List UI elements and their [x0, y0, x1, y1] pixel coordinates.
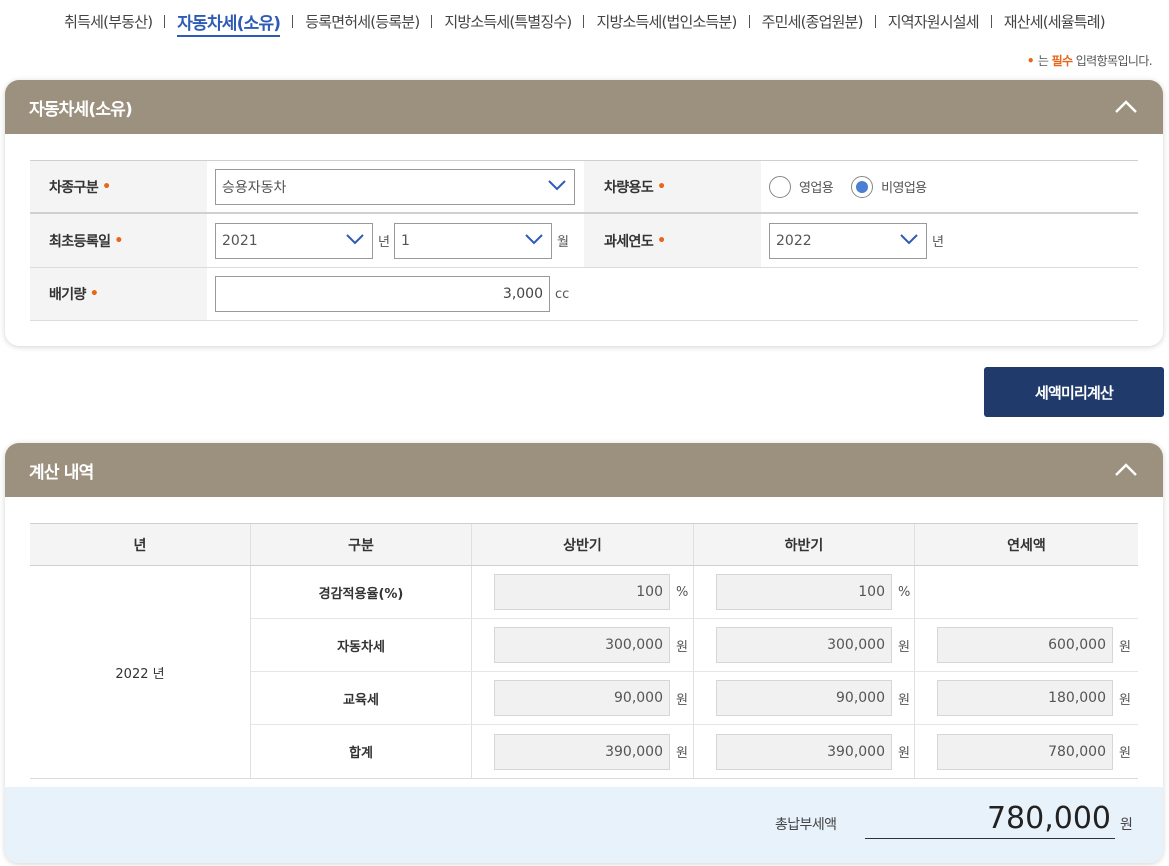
panel-title: 자동차세(소유) — [29, 99, 133, 120]
value-field: 390,000 — [494, 733, 670, 770]
header-year: 년 — [30, 524, 251, 565]
chevron-down-icon — [548, 179, 566, 195]
second-half-cell: 90,000 원 — [694, 672, 915, 724]
vehicle-form-table: 차종구분 • 승용자동차 차량용도 • 영업용 비영업용 최초등록일 • 202… — [30, 160, 1138, 321]
required-field-note: • 는 필수 입력항목입니다. — [1026, 54, 1153, 68]
form-row: 배기량 • 3,000 cc — [30, 268, 1138, 321]
tab-registration-license-tax[interactable]: 등록면허세(등록분) — [293, 11, 431, 32]
form-row: 최초등록일 • 2021 년 1 월 과세연도 • 2022 년 — [30, 214, 1138, 268]
calculate-tax-button[interactable]: 세액미리계산 — [984, 367, 1164, 417]
value-field: 100 — [716, 574, 892, 610]
chevron-up-icon[interactable] — [1113, 94, 1139, 120]
chevron-up-icon[interactable] — [1113, 457, 1139, 483]
table-row: 자동차세 300,000 원 300,000 원 600,000 원 — [251, 619, 1138, 672]
month-unit: 월 — [556, 235, 569, 250]
second-half-cell: 390,000 원 — [694, 725, 915, 778]
displacement-label: 배기량 • — [30, 268, 207, 320]
vehicle-type-select[interactable]: 승용자동차 — [215, 168, 575, 205]
tab-local-income-withholding[interactable]: 지방소득세(특별징수) — [432, 11, 583, 32]
registration-year-select[interactable]: 2021 — [215, 222, 373, 259]
panel-header: 계산 내역 — [5, 443, 1163, 497]
first-half-cell: 390,000 원 — [472, 725, 694, 778]
year-unit: 년 — [378, 235, 390, 250]
tax-year-cell: 2022 년 — [761, 214, 1138, 267]
required-emphasis: 필수 — [1051, 54, 1073, 68]
first-half-cell: 100% — [472, 566, 694, 618]
annual-cell: 780,000 원 — [915, 725, 1138, 778]
header-second-half: 하반기 — [694, 524, 915, 565]
value-field: 300,000 — [494, 627, 670, 663]
table-row: 교육세 90,000 원 90,000 원 180,000 원 — [251, 672, 1138, 725]
tab-vehicle-tax[interactable]: 자동차세(소유) — [165, 9, 292, 37]
table-row: 합계 390,000 원 390,000 원 780,000 원 — [251, 725, 1138, 778]
total-tax-amount: 780,000 — [865, 801, 1115, 839]
displacement-cell: 3,000 cc — [207, 268, 1138, 320]
tab-resident-tax-employee[interactable]: 주민세(종업원분) — [750, 11, 875, 32]
chevron-down-icon — [900, 233, 918, 249]
annual-cell-empty — [915, 566, 1138, 618]
value-field: 100 — [494, 574, 670, 610]
first-half-cell: 300,000 원 — [472, 619, 694, 671]
tab-acquisition-tax[interactable]: 취득세(부동산) — [52, 11, 164, 32]
tab-local-income-corporate[interactable]: 지방소득세(법인소득분) — [584, 11, 748, 32]
year-cell: 2022 년 — [30, 566, 251, 778]
form-row: 차종구분 • 승용자동차 차량용도 • 영업용 비영업용 — [30, 161, 1138, 214]
value-field: 390,000 — [716, 733, 892, 770]
table-header-row: 년 구분 상반기 하반기 연세액 — [30, 523, 1138, 566]
total-tax-unit: 원 — [1120, 817, 1133, 833]
value-field: 600,000 — [937, 627, 1113, 663]
row-name: 경감적용율(%) — [251, 566, 472, 618]
value-field: 90,000 — [716, 680, 892, 716]
table-row: 경감적용율(%) 100% 100% — [251, 566, 1138, 619]
radio-button-selected[interactable] — [851, 175, 874, 198]
first-registration-label: 최초등록일 • — [30, 214, 207, 267]
first-registration-cell: 2021 년 1 월 — [207, 214, 584, 267]
value-field: 90,000 — [494, 680, 670, 716]
vehicle-use-label: 차량용도 • — [584, 161, 761, 212]
vehicle-tax-input-panel: 자동차세(소유) 차종구분 • 승용자동차 차량용도 • 영업용 비영업용 최초… — [5, 80, 1163, 346]
header-category: 구분 — [251, 524, 472, 565]
chevron-down-icon — [346, 233, 364, 249]
chevron-down-icon — [525, 233, 543, 249]
second-half-cell: 300,000 원 — [694, 619, 915, 671]
vehicle-use-cell: 영업용 비영업용 — [761, 161, 1138, 212]
vehicle-type-cell: 승용자동차 — [207, 161, 584, 212]
rows-column: 경감적용율(%) 100% 100% 자동차세 300,000 원 300,000… — [251, 566, 1138, 778]
second-half-cell: 100% — [694, 566, 915, 618]
first-half-cell: 90,000 원 — [472, 672, 694, 724]
value-field: 300,000 — [716, 627, 892, 663]
required-dot: • — [1026, 54, 1035, 68]
header-annual: 연세액 — [1007, 537, 1046, 554]
value-field: 180,000 — [937, 680, 1113, 716]
registration-month-select[interactable]: 1 — [393, 222, 552, 259]
total-tax-label: 총납부세액 — [775, 817, 837, 833]
tax-year-select[interactable]: 2022 — [769, 222, 927, 259]
value-field: 780,000 — [937, 733, 1113, 770]
calculation-result-panel: 계산 내역 년 구분 상반기 하반기 연세액 2022 년 경감적용율(%) 1… — [5, 443, 1163, 863]
tax-tab-bar: 취득세(부동산) 자동차세(소유) 등록면허세(등록분) 지방소득세(특별징수)… — [0, 0, 1169, 42]
row-name: 교육세 — [251, 672, 472, 724]
result-table: 년 구분 상반기 하반기 연세액 2022 년 경감적용율(%) 100% 10… — [30, 523, 1138, 779]
radio-non-commercial[interactable]: 비영업용 — [851, 175, 927, 198]
row-name: 합계 — [251, 725, 472, 778]
annual-cell: 180,000 원 — [915, 672, 1138, 724]
displacement-input[interactable]: 3,000 — [215, 276, 550, 312]
tab-regional-resource-tax[interactable]: 지역자원시설세 — [876, 11, 991, 32]
tax-year-unit: 년 — [932, 235, 944, 250]
radio-button[interactable] — [769, 175, 791, 198]
panel-title: 계산 내역 — [29, 462, 94, 483]
vehicle-use-radio-group: 영업용 비영업용 — [769, 175, 945, 198]
annual-cell: 600,000 원 — [915, 619, 1138, 671]
vehicle-type-label: 차종구분 • — [30, 161, 207, 212]
row-name: 자동차세 — [251, 619, 472, 671]
radio-commercial[interactable]: 영업용 — [769, 175, 834, 198]
total-tax-bar: 총납부세액 780,000 원 — [5, 787, 1163, 863]
table-body: 2022 년 경감적용율(%) 100% 100% 자동차세 300,000 원 … — [30, 566, 1138, 779]
tab-property-tax-special[interactable]: 재산세(세율특례) — [992, 11, 1117, 32]
tax-year-label: 과세연도 • — [584, 214, 761, 267]
displacement-unit: cc — [555, 286, 570, 302]
panel-header: 자동차세(소유) — [5, 80, 1163, 134]
header-first-half: 상반기 — [472, 524, 694, 565]
